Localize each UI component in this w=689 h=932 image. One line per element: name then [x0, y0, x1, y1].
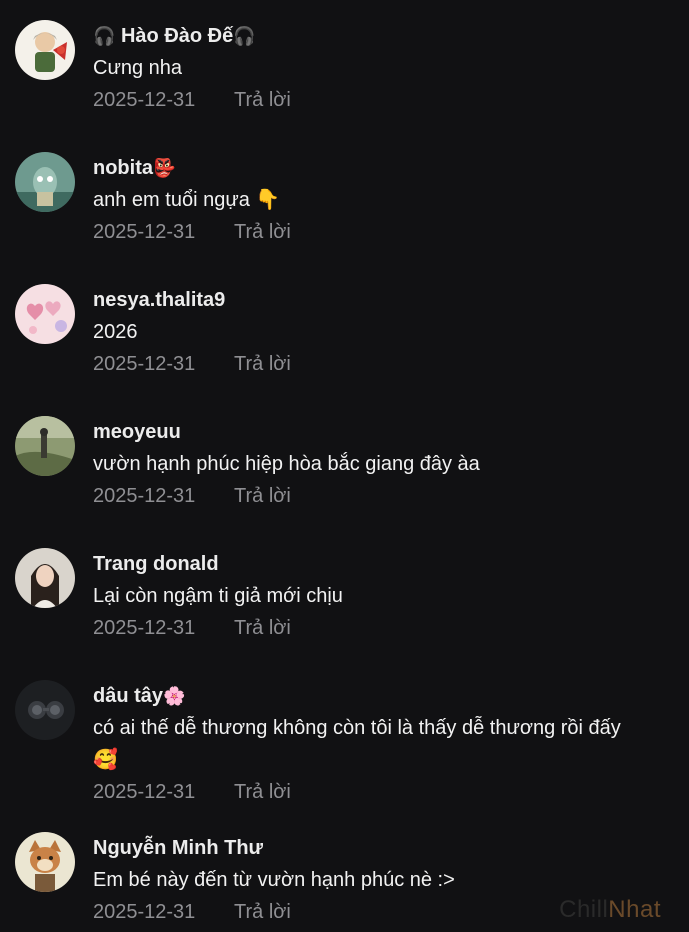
comment-date: 2025-12-31	[93, 89, 196, 111]
reply-button[interactable]: Trả lời	[234, 485, 291, 507]
portrait-photo-avatar[interactable]	[15, 548, 75, 608]
pink-hearts-avatar[interactable]	[15, 284, 75, 344]
username-text: meoyeuu	[93, 421, 181, 443]
reply-button[interactable]: Trả lời	[234, 617, 291, 639]
comment-text: Lại còn ngậm ti giả mới chịu	[93, 585, 343, 607]
comment-date: 2025-12-31	[93, 221, 196, 243]
reply-button[interactable]: Trả lời	[234, 781, 291, 803]
cartoon-squid-avatar[interactable]	[15, 152, 75, 212]
comment-meta: 2025-12-31 Trả lời	[93, 348, 679, 380]
dark-photo-avatar[interactable]	[15, 680, 75, 740]
outdoor-photo-avatar[interactable]	[15, 416, 75, 476]
comment-text-line: có ai thế dễ thương không còn tôi là thấ…	[93, 717, 621, 739]
comment-date: 2025-12-31	[93, 617, 196, 639]
comment-username[interactable]: 🎧 Hào Đào Đế🎧	[93, 20, 679, 52]
comment-username[interactable]: nobita👺	[93, 152, 679, 184]
cartoon-cat-avatar[interactable]	[15, 832, 75, 892]
username-text: dâu tây	[93, 685, 164, 707]
comment-meta: 2025-12-31 Trả lời	[93, 480, 679, 512]
watermark-part2: Nhat	[608, 896, 661, 923]
comment-meta: 2025-12-31 Trả lời	[93, 216, 679, 248]
comment-text: Em bé này đến từ vườn hạnh phúc nè :>	[93, 869, 455, 891]
comment-list: 🎧 Hào Đào Đế🎧 Cưng nha 2025-12-31 Trả lời…	[0, 0, 689, 932]
username-text: nobita	[93, 157, 153, 179]
comment-text: vườn hạnh phúc hiệp hòa bắc giang đây àa	[93, 453, 480, 475]
comment-text: Cưng nha	[93, 57, 183, 79]
comment-date: 2025-12-31	[93, 781, 196, 803]
comment-username[interactable]: nesya.thalita9	[93, 284, 679, 316]
watermark-logo: ChillNhat	[559, 896, 661, 924]
reply-button[interactable]: Trả lời	[234, 353, 291, 375]
goblin-emoji: 👺	[153, 158, 176, 178]
headphones-emoji: 🎧	[233, 26, 256, 46]
username-text: nesya.thalita9	[93, 289, 226, 311]
reply-button[interactable]: Trả lời	[234, 221, 291, 243]
comment-username[interactable]: dâu tây🌸	[93, 680, 679, 712]
comment-date: 2025-12-31	[93, 353, 196, 375]
reply-button[interactable]: Trả lời	[234, 901, 291, 923]
comment-date: 2025-12-31	[93, 485, 196, 507]
smiling-hearts-emoji: 🥰	[93, 749, 118, 771]
comment-username[interactable]: meoyeuu	[93, 416, 679, 448]
comment-text: anh em tuổi ngựa 👇	[93, 189, 281, 211]
cartoon-character-avatar[interactable]	[15, 20, 75, 80]
reply-button[interactable]: Trả lời	[234, 89, 291, 111]
flower-emoji: 🌸	[163, 686, 186, 706]
comment-text: có ai thế dễ thương không còn tôi là thấ…	[93, 712, 679, 776]
comment-meta: 2025-12-31 Trả lời	[93, 776, 679, 808]
comment-username[interactable]: Trang donald	[93, 548, 679, 580]
comment-username[interactable]: Nguyễn Minh Thư	[93, 832, 679, 864]
username-text: Nguyễn Minh Thư	[93, 837, 264, 859]
comment-meta: 2025-12-31 Trả lời	[93, 84, 679, 116]
username-text: Hào Đào Đế	[120, 25, 234, 47]
comment-date: 2025-12-31	[93, 901, 196, 923]
comment-text: 2026	[93, 321, 138, 343]
watermark-part1: Chill	[559, 896, 609, 923]
headphones-emoji: 🎧	[93, 26, 116, 46]
username-text: Trang donald	[93, 553, 219, 575]
comment-meta: 2025-12-31 Trả lời	[93, 612, 679, 644]
